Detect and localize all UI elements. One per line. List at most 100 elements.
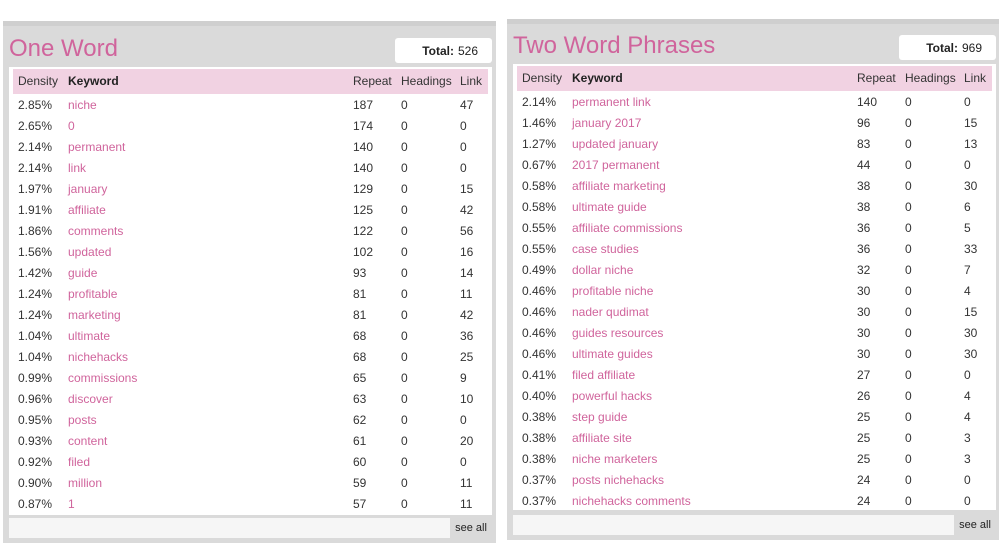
keyword-link[interactable]: million [68, 473, 102, 494]
keyword-link[interactable]: posts nichehacks [572, 470, 664, 491]
table-row: 0.67% 2017 permanent 44 0 0 [517, 155, 992, 176]
one-word-panel: One Word Total: 526 Density Keyword Repe… [3, 21, 496, 543]
keyword-link[interactable]: discover [68, 389, 113, 410]
link-cell: 15 [460, 182, 474, 196]
total-value: 526 [457, 43, 478, 58]
repeat-cell: 32 [857, 263, 871, 277]
column-header-link[interactable]: Link [964, 66, 986, 91]
headings-cell: 0 [401, 98, 408, 112]
keyword-link[interactable]: powerful hacks [572, 386, 652, 407]
density-cell: 0.38% [522, 410, 557, 424]
link-cell: 20 [460, 434, 474, 448]
table-row: 0.46% guides resources 30 0 30 [517, 323, 992, 344]
repeat-cell: 62 [353, 413, 367, 427]
column-header-density[interactable]: Density [522, 66, 562, 91]
panel-title: Two Word Phrases [513, 32, 716, 59]
keyword-link[interactable]: step guide [572, 407, 627, 428]
repeat-cell: 63 [353, 392, 367, 406]
keyword-link[interactable]: dollar niche [572, 260, 633, 281]
keyword-link[interactable]: posts [68, 410, 97, 431]
headings-cell: 0 [905, 116, 912, 130]
table-row: 0.96% discover 63 0 10 [13, 389, 488, 410]
headings-cell: 0 [905, 158, 912, 172]
keyword-link[interactable]: profitable niche [572, 281, 653, 302]
link-cell: 3 [964, 431, 971, 445]
keyword-link[interactable]: marketing [68, 305, 121, 326]
keyword-link[interactable]: affiliate site [572, 428, 632, 449]
see-all-button[interactable]: see all [450, 518, 492, 538]
keyword-link[interactable]: niche [68, 95, 97, 116]
table-row: 0.41% filed affiliate 27 0 0 [517, 365, 992, 386]
keyword-link[interactable]: updated [68, 242, 111, 263]
keyword-link[interactable]: permanent link [572, 92, 651, 113]
keyword-link[interactable]: permanent [68, 137, 125, 158]
keyword-link[interactable]: january 2017 [572, 113, 641, 134]
table-row: 0.92% filed 60 0 0 [13, 452, 488, 473]
keyword-link[interactable]: filed affiliate [572, 365, 635, 386]
keyword-link[interactable]: comments [68, 221, 123, 242]
density-cell: 1.97% [18, 182, 53, 196]
keyword-link[interactable]: 2017 permanent [572, 155, 659, 176]
repeat-cell: 140 [353, 140, 374, 154]
headings-cell: 0 [401, 266, 408, 280]
column-header-link[interactable]: Link [460, 69, 482, 94]
table-row: 1.42% guide 93 0 14 [13, 263, 488, 284]
repeat-cell: 122 [353, 224, 374, 238]
column-header-keyword[interactable]: Keyword [68, 69, 119, 94]
headings-cell: 0 [401, 392, 408, 406]
keyword-link[interactable]: 1 [68, 494, 75, 515]
keyword-link[interactable]: affiliate commissions [572, 218, 682, 239]
keyword-link[interactable]: nichehacks comments [572, 491, 691, 512]
keyword-link[interactable]: ultimate [68, 326, 110, 347]
panel-title: One Word [9, 35, 118, 62]
link-cell: 7 [964, 263, 971, 277]
link-cell: 11 [460, 287, 473, 301]
see-all-button[interactable]: see all [954, 515, 996, 535]
repeat-cell: 24 [857, 494, 871, 508]
link-cell: 56 [460, 224, 474, 238]
link-cell: 30 [964, 347, 978, 361]
keyword-link[interactable]: affiliate [68, 200, 106, 221]
total-label: Total: [422, 43, 454, 58]
table-row: 1.46% january 2017 96 0 15 [517, 113, 992, 134]
keyword-link[interactable]: case studies [572, 239, 639, 260]
column-header-repeat[interactable]: Repeat [353, 69, 392, 94]
keyword-link[interactable]: 0 [68, 116, 75, 137]
link-cell: 0 [964, 368, 971, 382]
column-header-density[interactable]: Density [18, 69, 58, 94]
keyword-link[interactable]: link [68, 158, 86, 179]
column-header-headings[interactable]: Headings [401, 69, 452, 94]
column-header-keyword[interactable]: Keyword [572, 66, 623, 91]
keyword-link[interactable]: filed [68, 452, 90, 473]
table-row: 0.46% profitable niche 30 0 4 [517, 281, 992, 302]
keyword-link[interactable]: nader qudimat [572, 302, 649, 323]
keyword-link[interactable]: guides resources [572, 323, 663, 344]
link-cell: 30 [964, 179, 978, 193]
density-cell: 0.90% [18, 476, 53, 490]
keyword-link[interactable]: niche marketers [572, 449, 657, 470]
keyword-link[interactable]: affiliate marketing [572, 176, 666, 197]
keyword-link[interactable]: content [68, 431, 107, 452]
column-header-repeat[interactable]: Repeat [857, 66, 896, 91]
table-row: 1.91% affiliate 125 0 42 [13, 200, 488, 221]
density-cell: 0.92% [18, 455, 53, 469]
repeat-cell: 36 [857, 221, 871, 235]
table-row: 2.14% link 140 0 0 [13, 158, 488, 179]
keyword-link[interactable]: january [68, 179, 107, 200]
keyword-link[interactable]: guide [68, 263, 97, 284]
keyword-link[interactable]: nichehacks [68, 347, 128, 368]
keyword-link[interactable]: profitable [68, 284, 117, 305]
keyword-link[interactable]: ultimate guides [572, 344, 653, 365]
keyword-link[interactable]: updated january [572, 134, 658, 155]
link-cell: 30 [964, 326, 978, 340]
headings-cell: 0 [905, 179, 912, 193]
keyword-link[interactable]: ultimate guide [572, 197, 647, 218]
column-header-headings[interactable]: Headings [905, 66, 956, 91]
table-row: 0.37% nichehacks comments 24 0 0 [517, 491, 992, 512]
keyword-link[interactable]: commissions [68, 368, 137, 389]
repeat-cell: 27 [857, 368, 871, 382]
link-cell: 0 [964, 473, 971, 487]
density-cell: 1.04% [18, 329, 53, 343]
headings-cell: 0 [905, 368, 912, 382]
density-cell: 1.91% [18, 203, 53, 217]
